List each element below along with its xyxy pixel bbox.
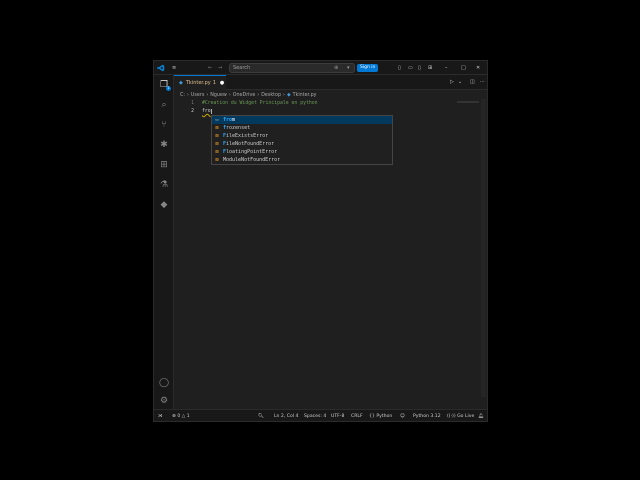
- layout-aux-icon[interactable]: ▯: [418, 61, 421, 75]
- debug-icon[interactable]: ✱: [158, 139, 170, 151]
- editor-scrollbar[interactable]: [481, 99, 486, 397]
- breadcrumb-file[interactable]: Tkinter.py: [293, 93, 317, 98]
- breadcrumb-user[interactable]: Nguew: [210, 93, 227, 98]
- source-control-icon[interactable]: ⑂: [158, 119, 170, 131]
- sign-in-button[interactable]: Sign in: [357, 64, 379, 72]
- class-icon: ⊠: [215, 149, 219, 155]
- remote-icon[interactable]: ⋊: [158, 410, 163, 421]
- code-editor[interactable]: #Creation du Widget Principale en python…: [202, 100, 318, 116]
- warning-icon: △: [181, 413, 186, 419]
- breadcrumb-desktop[interactable]: Desktop: [261, 93, 281, 98]
- python-file-icon: ◆: [179, 80, 183, 86]
- tab-tkinter[interactable]: ◆ Tkinter.py 1 ●: [174, 75, 226, 90]
- minimap[interactable]: [457, 101, 479, 103]
- maximize-icon[interactable]: □: [461, 61, 466, 75]
- go-live-button[interactable]: ((·)) Go Live: [447, 410, 475, 421]
- breadcrumb-drive[interactable]: C:: [180, 93, 185, 98]
- close-icon[interactable]: ✕: [476, 61, 480, 75]
- customize-layout-icon[interactable]: ⊞: [428, 61, 432, 75]
- layout-panel-icon[interactable]: ▭: [408, 61, 413, 75]
- suggestion-item[interactable]: ⊠ ModuleNotFoundError: [212, 156, 392, 164]
- extensions-icon[interactable]: ⊞: [158, 159, 170, 171]
- breadcrumb-users[interactable]: Users: [191, 93, 204, 98]
- copilot-icon[interactable]: ⊕: [334, 61, 338, 75]
- tab-problem-count: 1: [212, 80, 216, 86]
- line-ending[interactable]: CRLF: [351, 410, 363, 421]
- chevron-down-icon[interactable]: ⌄: [458, 75, 462, 89]
- text-cursor: [210, 109, 212, 114]
- zoom-icon[interactable]: 🔍︎: [258, 410, 264, 421]
- suggestion-label: ileNotFoundError: [226, 141, 275, 147]
- account-icon[interactable]: ◯: [158, 377, 170, 389]
- search-icon[interactable]: ⌕: [158, 99, 170, 111]
- vscode-logo-icon: [157, 64, 165, 72]
- explorer-icon[interactable]: ❐ 1: [158, 79, 171, 91]
- activity-bar: ❐ 1 ⌕ ⑂ ✱ ⊞ ⚗ ◆ ◯ ⚙: [154, 75, 174, 409]
- python-file-icon: ◆: [286, 92, 291, 98]
- class-icon: ⊠: [215, 125, 219, 131]
- layout-sidebar-icon[interactable]: ▯: [398, 61, 401, 75]
- suggestion-match: fro: [223, 117, 233, 123]
- suggestion-widget: ▭ fro m ⊠ f rozenset ⊠ FileExistsError ⊠ FileNotF…: [211, 115, 393, 165]
- split-editor-icon[interactable]: ◫: [470, 75, 475, 89]
- suggestion-item[interactable]: ⊠ FileExistsError: [212, 132, 392, 140]
- go-live-label: Go Live: [457, 413, 475, 419]
- line-number: 1: [191, 101, 194, 106]
- copilot-status-icon[interactable]: ☺: [400, 410, 405, 421]
- bell-icon[interactable]: 🔔︎: [478, 410, 484, 421]
- breadcrumb-onedrive[interactable]: OneDrive: [233, 93, 256, 98]
- suggestion-item[interactable]: ⊠ f rozenset: [212, 124, 392, 132]
- forward-arrow-icon[interactable]: →: [218, 61, 222, 75]
- run-icon[interactable]: ▷: [450, 75, 454, 89]
- language-label: Python: [376, 413, 393, 419]
- explorer-badge: 1: [166, 86, 171, 91]
- language-mode[interactable]: {} Python: [369, 410, 393, 421]
- suggestion-label: loatingPointError: [226, 149, 278, 155]
- class-icon: ⊠: [215, 133, 219, 139]
- encoding[interactable]: UTF-8: [331, 410, 344, 421]
- error-icon: ⊗: [172, 413, 176, 419]
- line-number: 2: [191, 109, 194, 114]
- suggestion-label: ModuleNotFoundError: [223, 157, 281, 163]
- broadcast-icon: ((·)): [447, 413, 456, 419]
- suggestion-item[interactable]: ▭ fro m: [212, 116, 392, 124]
- typed-text: fro: [202, 109, 211, 114]
- testing-icon[interactable]: ⚗: [158, 179, 170, 191]
- title-bar: ≡ ← → Search ⊕ ▾ Sign in ▯ ▭ ▯ ⊞ – □ ✕: [154, 61, 487, 75]
- class-icon: ⊠: [215, 157, 219, 163]
- line-number-gutter: 1 2: [174, 100, 194, 116]
- back-arrow-icon[interactable]: ←: [208, 61, 212, 75]
- cursor-position[interactable]: Ln 2, Col 4: [274, 410, 298, 421]
- suggestion-label: m: [232, 117, 236, 123]
- chevron-down-icon[interactable]: ▾: [347, 61, 350, 75]
- status-bar: ⋊ ⊗ 0 △ 1 🔍︎ Ln 2, Col 4 Spaces: 4 UTF-8…: [154, 409, 487, 421]
- keyword-icon: ▭: [215, 117, 219, 123]
- minimize-icon[interactable]: –: [445, 61, 448, 75]
- suggestion-item[interactable]: ⊠ FileNotFoundError: [212, 140, 392, 148]
- tab-label: Tkinter.py: [185, 80, 211, 86]
- problems-indicator[interactable]: ⊗ 0 △ 1: [172, 410, 190, 421]
- python-icon[interactable]: ◆: [158, 199, 170, 211]
- breadcrumb: C: › Users › Nguew › OneDrive › Desktop › ◆ T…: [180, 92, 317, 98]
- braces-icon: {}: [369, 413, 375, 419]
- suggestion-label: ileExistsError: [226, 133, 269, 139]
- more-actions-icon[interactable]: ···: [480, 75, 485, 89]
- indentation[interactable]: Spaces: 4: [304, 410, 326, 421]
- editor-tabs: ◆ Tkinter.py 1 ● ▷ ⌄ ◫ ···: [174, 75, 487, 90]
- interpreter[interactable]: Python 3.12: [413, 410, 441, 421]
- menu-icon[interactable]: ≡: [172, 61, 176, 75]
- vscode-window: ≡ ← → Search ⊕ ▾ Sign in ▯ ▭ ▯ ⊞ – □ ✕ ❐…: [153, 60, 488, 422]
- class-icon: ⊠: [215, 141, 219, 147]
- tab-modified-dot[interactable]: ●: [220, 80, 224, 86]
- suggestion-item[interactable]: ⊠ FloatingPointError: [212, 148, 392, 156]
- code-line-1[interactable]: #Creation du Widget Principale en python: [202, 100, 318, 108]
- error-count: 0: [177, 413, 181, 419]
- suggestion-label: rozenset: [226, 125, 251, 131]
- gear-icon[interactable]: ⚙: [158, 395, 170, 407]
- warning-count: 1: [186, 413, 190, 419]
